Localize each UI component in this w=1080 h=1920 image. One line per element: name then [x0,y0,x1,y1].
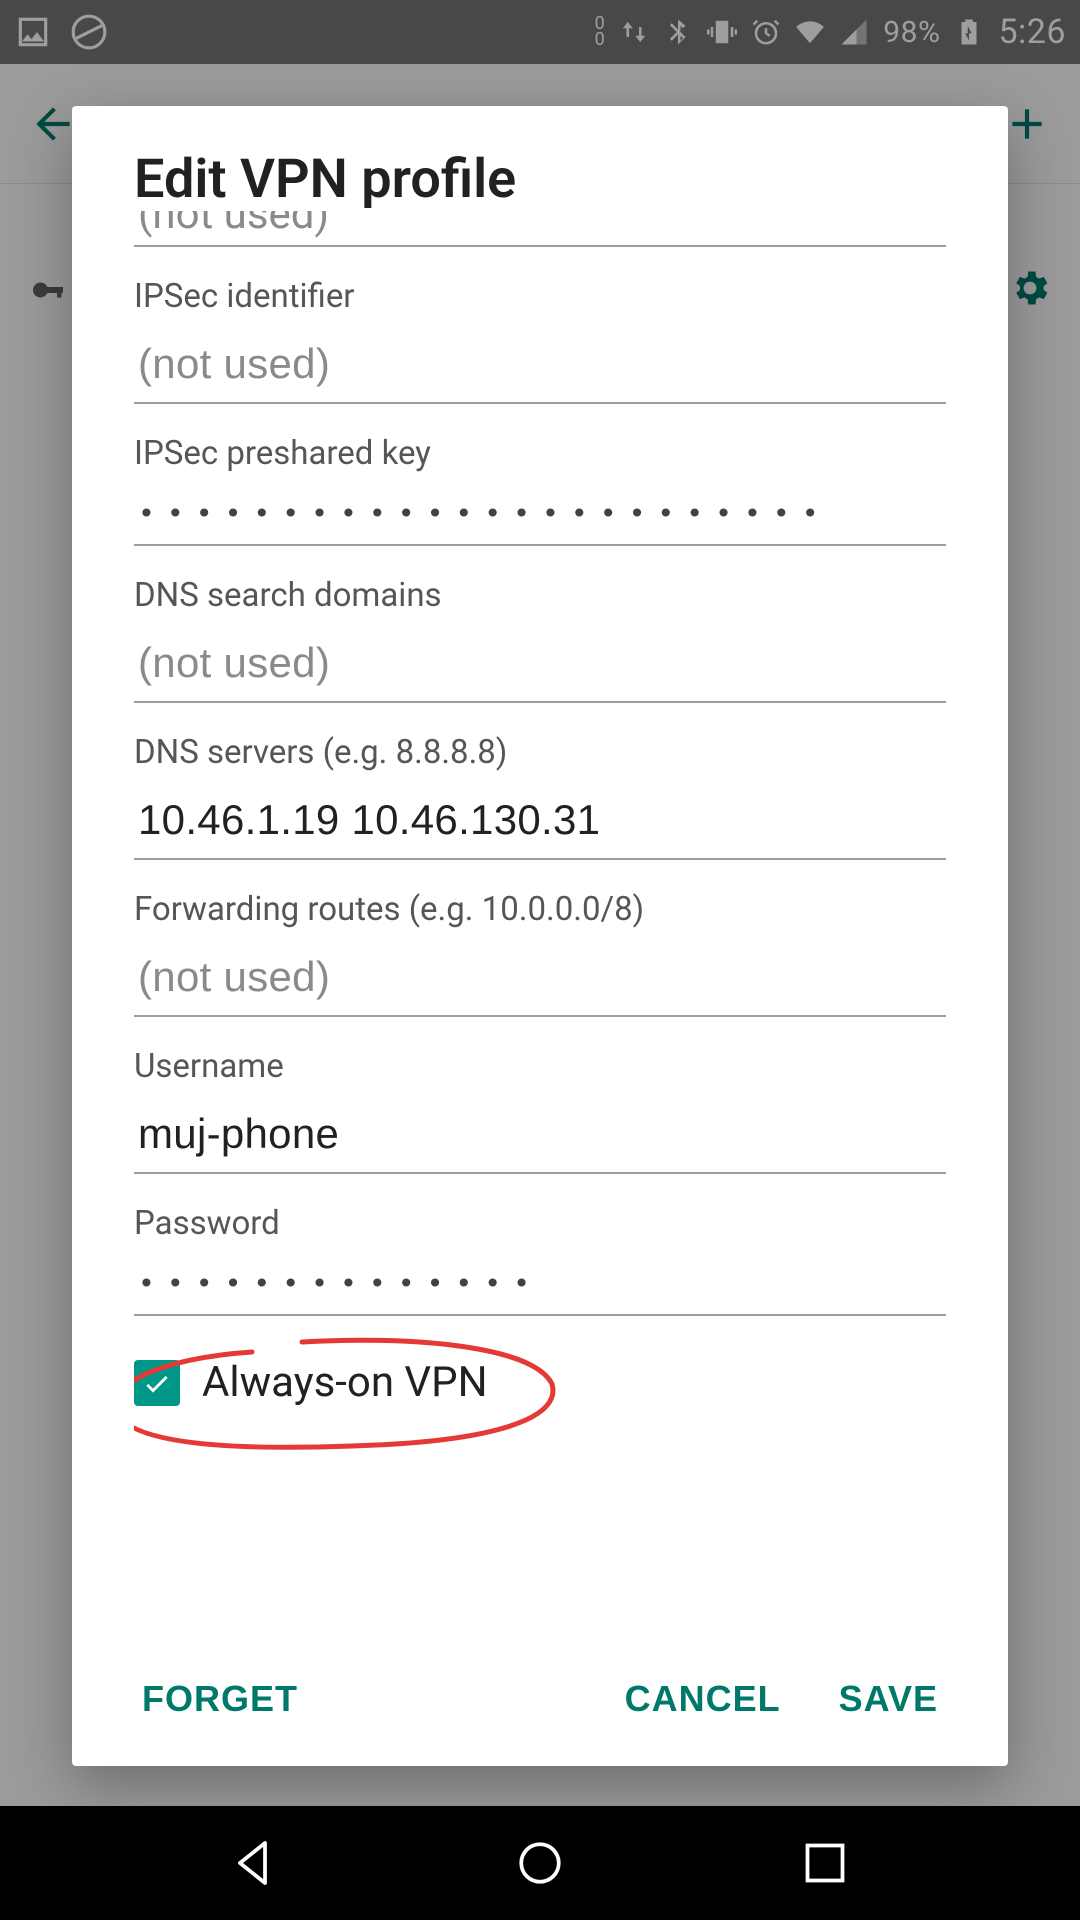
ipsec-psk-label: IPSec preshared key [134,434,946,473]
dns-search-input[interactable] [134,621,946,703]
ipsec-psk-field: IPSec preshared key [134,434,946,546]
forwarding-routes-field: Forwarding routes (e.g. 10.0.0.0/8) [134,890,946,1017]
always-on-vpn-row[interactable]: Always-on VPN [134,1358,946,1407]
dns-search-field: DNS search domains [134,576,946,703]
dialog-body: (not used) IPSec identifier IPSec presha… [134,211,946,1620]
dialog-title: Edit VPN profile [134,148,946,211]
forwarding-routes-input[interactable] [134,935,946,1017]
password-input[interactable] [134,1249,946,1316]
password-label: Password [134,1204,946,1243]
ipsec-identifier-input[interactable] [134,322,946,404]
previous-field-cutoff[interactable]: (not used) [134,211,946,247]
password-field: Password [134,1204,946,1316]
android-nav-bar [0,1806,1080,1920]
always-on-vpn-label: Always-on VPN [202,1358,488,1407]
nav-back-button[interactable] [225,1833,285,1893]
always-on-vpn-checkbox[interactable] [134,1360,180,1406]
check-icon [141,1367,173,1399]
dns-search-label: DNS search domains [134,576,946,615]
nav-home-button[interactable] [510,1833,570,1893]
dns-servers-label: DNS servers (e.g. 8.8.8.8) [134,733,946,772]
ipsec-psk-input[interactable] [134,479,946,546]
dns-servers-field: DNS servers (e.g. 8.8.8.8) [134,733,946,860]
previous-field-placeholder: (not used) [138,211,329,239]
username-input[interactable] [134,1092,946,1174]
username-field: Username [134,1047,946,1174]
nav-recent-button[interactable] [795,1833,855,1893]
dns-servers-input[interactable] [134,778,946,860]
cancel-button[interactable]: CANCEL [617,1660,789,1738]
dialog-actions: FORGET CANCEL SAVE [134,1620,946,1738]
ipsec-identifier-field: IPSec identifier [134,277,946,404]
forget-button[interactable]: FORGET [134,1660,306,1738]
username-label: Username [134,1047,946,1086]
ipsec-identifier-label: IPSec identifier [134,277,946,316]
save-button[interactable]: SAVE [831,1660,946,1738]
edit-vpn-dialog: Edit VPN profile (not used) IPSec identi… [72,106,1008,1766]
forwarding-routes-label: Forwarding routes (e.g. 10.0.0.0/8) [134,890,946,929]
